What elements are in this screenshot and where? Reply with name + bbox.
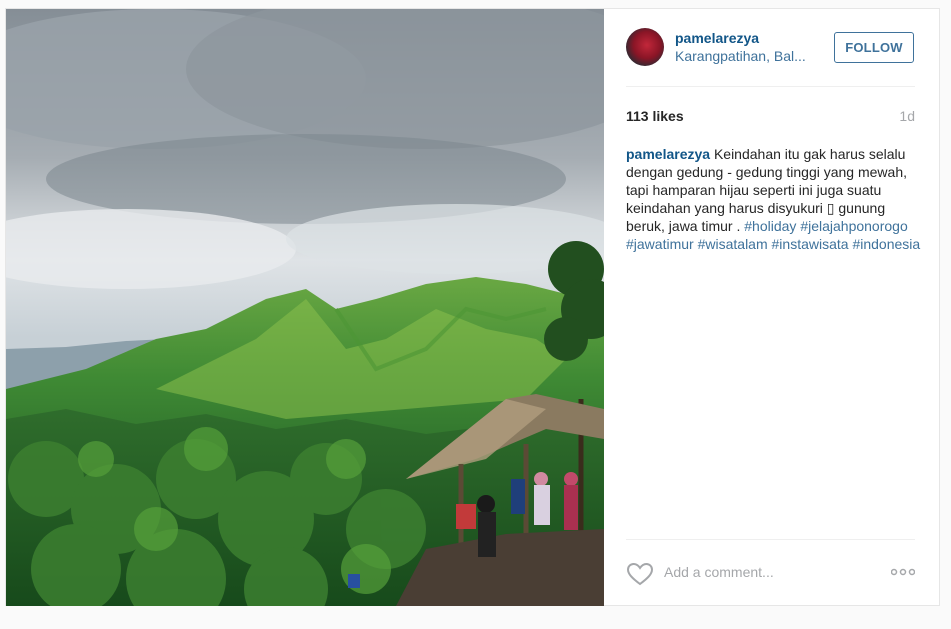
header-divider: [626, 86, 915, 87]
comment-row: Add a comment...: [626, 560, 915, 588]
hashtag-link[interactable]: #jelajahponorogo: [800, 218, 907, 234]
hashtag-link[interactable]: #jawatimur: [626, 236, 694, 252]
caption-username[interactable]: pamelarezya: [626, 146, 710, 162]
hashtag-link[interactable]: #indonesia: [852, 236, 920, 252]
post-header: pamelarezya Karangpatihan, Bal... FOLLOW: [604, 9, 939, 87]
post-timestamp[interactable]: 1d: [899, 108, 915, 124]
post-caption: pamelarezya Keindahan itu gak harus sela…: [626, 145, 922, 253]
follow-button[interactable]: FOLLOW: [834, 32, 914, 63]
more-options-icon[interactable]: [891, 568, 915, 576]
post-photo[interactable]: [6, 9, 604, 606]
comment-input[interactable]: Add a comment...: [664, 564, 774, 580]
heart-icon[interactable]: [626, 562, 654, 586]
username-link[interactable]: pamelarezya: [675, 30, 759, 46]
post-card: pamelarezya Karangpatihan, Bal... FOLLOW…: [5, 8, 940, 606]
hashtag-link[interactable]: #wisatalam: [698, 236, 768, 252]
avatar[interactable]: [626, 28, 664, 66]
likes-count[interactable]: 113 likes: [626, 108, 684, 124]
landscape-photo: [6, 9, 604, 606]
post-sidebar: pamelarezya Karangpatihan, Bal... FOLLOW…: [604, 9, 939, 606]
hashtag-link[interactable]: #holiday: [744, 218, 796, 234]
hashtag-link[interactable]: #instawisata: [772, 236, 849, 252]
comment-divider: [626, 539, 915, 540]
location-link[interactable]: Karangpatihan, Bal...: [675, 48, 815, 64]
